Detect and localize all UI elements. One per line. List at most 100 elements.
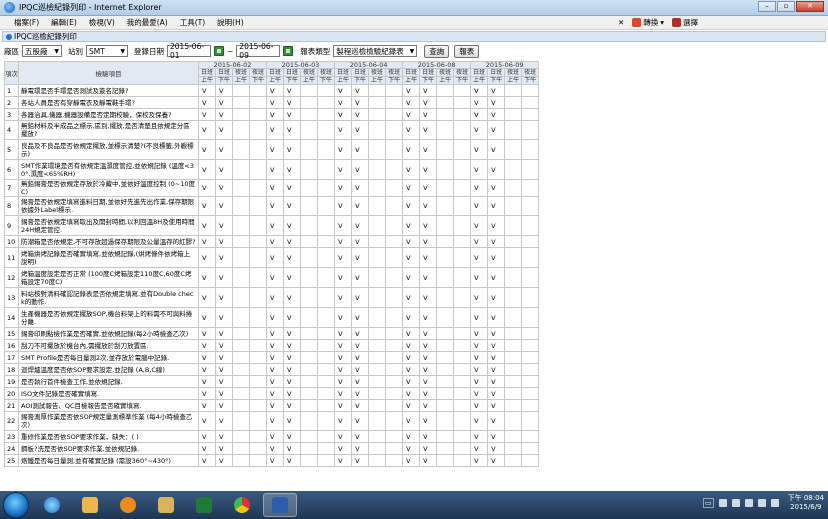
check-cell: V <box>487 267 506 288</box>
check-cell: V <box>470 375 489 388</box>
row-item: 無鉛錫膏是否依規定存放於冷藏中,並依好溫度控制 (0~10度C) <box>18 179 199 197</box>
select-button[interactable]: 選擇 <box>672 17 698 28</box>
maximize-button[interactable]: ▫ <box>777 1 795 12</box>
check-cell <box>317 235 336 248</box>
check-cell <box>453 96 472 109</box>
shift-header: 夜班 <box>385 68 404 77</box>
query-button[interactable]: 查詢 <box>424 44 450 58</box>
calendar-icon[interactable] <box>214 46 224 56</box>
check-cell: V <box>402 307 421 328</box>
check-cell: V <box>470 108 489 121</box>
convert-button[interactable]: 轉換 ▾ <box>632 17 664 28</box>
period-header: 下午 <box>215 76 233 85</box>
check-cell: V <box>198 267 216 288</box>
check-cell: V <box>334 139 353 160</box>
menu-tools[interactable]: 工具(T) <box>180 17 205 28</box>
row-item: 各器治具,儀器,機器設備是否定期校驗，保校及保養? <box>18 108 199 121</box>
check-cell <box>436 287 455 308</box>
check-cell: V <box>419 454 438 467</box>
period-header: 上午 <box>402 76 421 85</box>
menu-bar: 檔案(F) 編輯(E) 檢視(V) 我的最愛(A) 工具(T) 說明(H) ✕ … <box>0 16 828 30</box>
section-header: IPQC巡檢紀錄列印 <box>2 31 826 42</box>
check-cell <box>504 179 523 197</box>
report-button[interactable]: 報表 <box>454 44 480 58</box>
menu-edit[interactable]: 編輯(E) <box>51 17 77 28</box>
check-cell <box>521 387 540 400</box>
check-cell: V <box>351 399 370 412</box>
taskbar-chrome[interactable] <box>225 493 259 517</box>
taskbar-media[interactable] <box>111 493 145 517</box>
close-button[interactable]: ✕ <box>796 1 824 12</box>
check-cell: V <box>198 159 216 180</box>
tray-icon[interactable] <box>731 499 740 507</box>
minimize-button[interactable]: – <box>758 1 776 12</box>
check-cell <box>248 351 268 364</box>
check-cell <box>368 96 387 109</box>
check-cell: V <box>487 430 506 443</box>
taskbar-ie[interactable] <box>35 493 69 517</box>
date-to-input[interactable]: 2015-06-09 <box>236 42 281 60</box>
row-number: 6 <box>4 159 19 180</box>
check-cell <box>453 196 472 216</box>
network-icon[interactable] <box>744 499 753 507</box>
date-separator: ~ <box>227 46 234 56</box>
check-cell: V <box>334 387 353 400</box>
chevron-down-icon: ▼ <box>54 47 59 55</box>
taskbar-explorer[interactable] <box>149 493 183 517</box>
report-type-select[interactable]: 製程巡檢檢驗紀錄表 ▼ <box>333 45 418 57</box>
check-cell <box>453 454 472 467</box>
table-row: 1 靜電環是否手環是否測試及簽名記錄? V V V V V V V V V V <box>4 84 540 97</box>
period-header: 上午 <box>504 76 523 85</box>
check-cell: V <box>334 399 353 412</box>
check-cell <box>300 363 319 376</box>
check-cell: V <box>215 387 233 400</box>
check-cell: V <box>198 120 216 140</box>
menu-favorites[interactable]: 我的最愛(A) <box>127 17 168 28</box>
check-cell <box>368 363 387 376</box>
date-label: 登錄日期 <box>134 46 164 56</box>
menu-view[interactable]: 檢視(V) <box>89 17 115 28</box>
table-row: 9 錫膏是否依規定填寫取出及開封時間,以利回溫8H及使用時間24H規定管控. V V V… <box>4 215 540 236</box>
check-cell <box>232 120 250 140</box>
check-cell: V <box>215 215 233 236</box>
close-x-icon[interactable]: ✕ <box>618 18 624 27</box>
check-cell: V <box>402 267 421 288</box>
flag-icon[interactable] <box>770 499 779 507</box>
check-cell: V <box>334 339 353 352</box>
section-title: IPQC巡檢紀錄列印 <box>14 32 77 41</box>
check-cell: V <box>419 287 438 308</box>
language-indicator[interactable]: ▭ <box>702 498 714 508</box>
row-number: 11 <box>4 247 19 268</box>
menu-file[interactable]: 檔案(F) <box>14 17 39 28</box>
check-cell <box>436 351 455 364</box>
check-cell: V <box>351 430 370 443</box>
check-cell <box>300 387 319 400</box>
taskbar-ie-active[interactable] <box>263 493 297 517</box>
check-cell: V <box>487 84 506 97</box>
check-cell <box>300 108 319 121</box>
area-select[interactable]: 五股廠 ▼ <box>22 45 62 57</box>
check-cell: V <box>470 84 489 97</box>
calendar-icon[interactable] <box>283 46 294 56</box>
taskbar-folder[interactable] <box>73 493 107 517</box>
start-button[interactable] <box>3 492 29 518</box>
volume-icon[interactable] <box>757 499 766 507</box>
clock[interactable]: 下午 08:04 2015/6/9 <box>788 494 824 512</box>
check-cell: V <box>198 399 216 412</box>
check-cell <box>436 84 455 97</box>
check-cell <box>436 96 455 109</box>
date-from-input[interactable]: 2015-06-01 <box>167 42 211 60</box>
station-select[interactable]: SMT ▼ <box>86 45 128 57</box>
menu-help[interactable]: 說明(H) <box>217 17 244 28</box>
check-cell <box>436 375 455 388</box>
check-cell <box>504 442 523 455</box>
taskbar-excel[interactable] <box>187 493 221 517</box>
row-item: 錫膏是否依規定填寫進料日期,並依好先進先出作業,保存期限依據外Label標示. <box>18 196 199 216</box>
table-row: 24 鋼板?洗是否依SOP要求作業,並依規記錄. V V V V V V V V V V <box>4 442 540 455</box>
check-cell: V <box>266 307 285 328</box>
check-cell: V <box>419 159 438 180</box>
check-cell: V <box>419 339 438 352</box>
help-icon[interactable] <box>718 499 727 507</box>
check-cell <box>300 267 319 288</box>
check-cell <box>248 442 268 455</box>
